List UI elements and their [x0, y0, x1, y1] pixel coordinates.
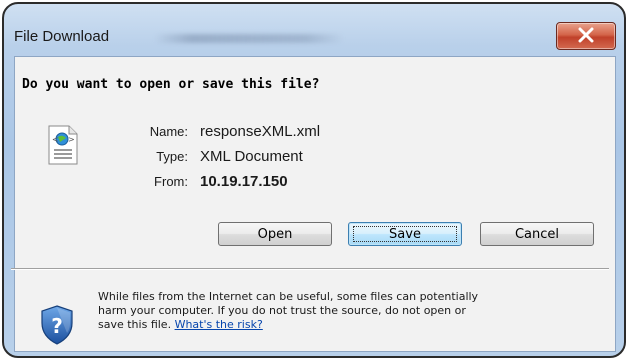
security-warning: While files from the Internet can be use… — [98, 290, 603, 332]
divider — [11, 268, 609, 270]
save-button[interactable]: Save — [348, 222, 462, 246]
from-label: From: — [154, 174, 188, 189]
cancel-button[interactable]: Cancel — [480, 222, 594, 246]
type-label: Type: — [156, 149, 188, 164]
cancel-button-label: Cancel — [514, 227, 560, 242]
blurred-title-text — [154, 34, 344, 43]
save-button-label: Save — [389, 227, 421, 242]
xml-file-icon: < > — [48, 125, 78, 165]
type-value: XML Document — [200, 148, 303, 165]
warning-line-3: save this file. What's the risk? — [98, 318, 603, 332]
open-button[interactable]: Open — [218, 222, 332, 246]
close-button[interactable] — [556, 22, 616, 50]
close-icon — [578, 27, 594, 43]
svg-text:<: < — [52, 135, 59, 144]
svg-text:?: ? — [51, 314, 63, 338]
name-label: Name: — [149, 124, 188, 139]
from-value: 10.19.17.150 — [200, 173, 288, 190]
window-title: File Download — [14, 28, 110, 45]
open-button-label: Open — [257, 227, 293, 242]
name-value: responseXML.xml — [200, 123, 321, 140]
security-shield-icon: ? — [41, 305, 73, 345]
svg-text:>: > — [68, 135, 75, 144]
warning-line-1: While files from the Internet can be use… — [98, 290, 479, 303]
whats-the-risk-link[interactable]: What's the risk? — [175, 318, 263, 331]
dialog-question: Do you want to open or save this file? — [22, 77, 320, 92]
warning-line-2: harm your computer. If you do not trust … — [98, 304, 466, 317]
warning-line-3-text: save this file. — [98, 318, 175, 331]
